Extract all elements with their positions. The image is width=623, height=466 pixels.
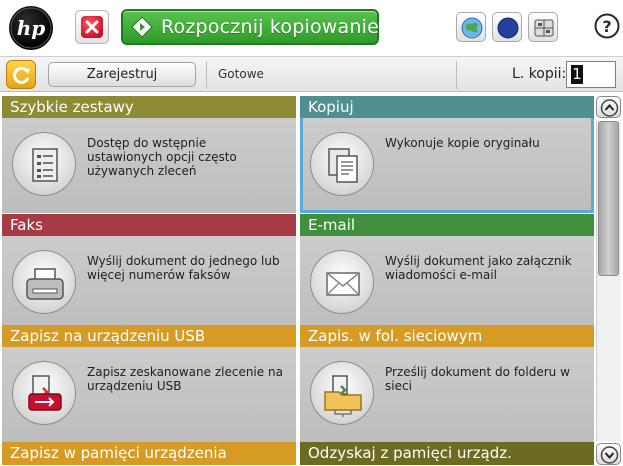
scroll-up-button[interactable] <box>596 96 621 118</box>
stop-button[interactable] <box>75 10 109 44</box>
network-folder-icon <box>310 361 374 425</box>
refresh-icon <box>13 66 30 84</box>
svg-text:?: ? <box>602 17 611 36</box>
tile-save-network-folder[interactable]: Zapis. w fol. sieciowym Prześlij dokumen… <box>300 325 594 442</box>
quick-sets-icon <box>12 132 76 196</box>
hp-logo-icon[interactable]: hp <box>9 6 53 50</box>
tile-description: Wyślij dokument jako załącznik wiadomośc… <box>385 254 572 282</box>
status-text: Gotowe <box>218 67 264 81</box>
start-copy-label: Rozpocznij kopiowanie <box>161 16 379 38</box>
top-bar: hp Rozpocznij kopiowanie ? <box>0 0 623 54</box>
tile-title: Kopiuj <box>300 96 594 118</box>
tile-retrieve-device-memory[interactable]: Odzyskaj z pamięci urządz. <box>300 442 594 465</box>
svg-text:hp: hp <box>17 16 46 40</box>
tile-description: Wykonuje kopie oryginału <box>385 136 540 150</box>
scroll-down-icon <box>600 446 619 464</box>
tile-fax[interactable]: Faks Wyślij dokument do jednego lub więc… <box>2 214 296 331</box>
sleep-button[interactable] <box>492 12 522 42</box>
copies-label: L. kopii: <box>512 66 567 82</box>
start-copy-button[interactable]: Rozpocznij kopiowanie <box>121 9 379 45</box>
usb-icon <box>12 361 76 425</box>
tile-email[interactable]: E-mail Wyślij dokument jako załącznik wi… <box>300 214 594 331</box>
network-button[interactable] <box>456 12 486 42</box>
email-icon <box>310 250 374 314</box>
tile-description: Prześlij dokument do folderu w sieci <box>385 365 570 393</box>
help-button[interactable]: ? <box>594 13 620 39</box>
start-diamond-icon <box>131 16 153 38</box>
copy-icon <box>310 132 374 196</box>
fax-icon <box>12 250 76 314</box>
copies-field[interactable]: 1 <box>566 61 616 88</box>
language-icon <box>534 19 554 37</box>
tile-title: Zapis. w fol. sieciowym <box>300 325 594 347</box>
sleep-icon <box>497 17 519 39</box>
scroll-up-icon <box>600 99 619 117</box>
tile-save-device-memory[interactable]: Zapisz w pamięci urządzenia <box>2 442 296 465</box>
tile-save-usb[interactable]: Zapisz na urządzeniu USB Zapisz zeskanow… <box>2 325 296 442</box>
language-button[interactable] <box>528 12 558 42</box>
scroll-thumb[interactable] <box>598 121 619 276</box>
copies-value: 1 <box>571 65 583 84</box>
network-icon <box>461 17 483 39</box>
tile-description: Zapisz zeskanowane zlecenie na urządzeni… <box>87 365 283 393</box>
tile-title: E-mail <box>300 214 594 236</box>
help-icon: ? <box>594 13 620 39</box>
tile-copy[interactable]: Kopiuj Wykonuje kopie oryginału <box>300 96 594 213</box>
tile-description: Dostęp do wstępnie ustawionych opcji czę… <box>87 136 237 178</box>
tile-title: Zapisz na urządzeniu USB <box>2 325 296 347</box>
status-divider <box>456 61 457 89</box>
signin-button[interactable]: Zarejestruj <box>48 62 196 87</box>
status-row: Zarejestruj Gotowe L. kopii: 1 <box>0 56 623 92</box>
tile-quick-sets[interactable]: Szybkie zestawy Dostęp do wstępnie ustaw… <box>2 96 296 213</box>
refresh-button[interactable] <box>6 60 36 89</box>
status-divider <box>206 61 207 89</box>
stop-icon <box>81 16 103 38</box>
tile-title: Szybkie zestawy <box>2 96 296 118</box>
tile-description: Wyślij dokument do jednego lub więcej nu… <box>87 254 280 282</box>
scroll-down-button[interactable] <box>596 443 621 465</box>
tile-title: Faks <box>2 214 296 236</box>
